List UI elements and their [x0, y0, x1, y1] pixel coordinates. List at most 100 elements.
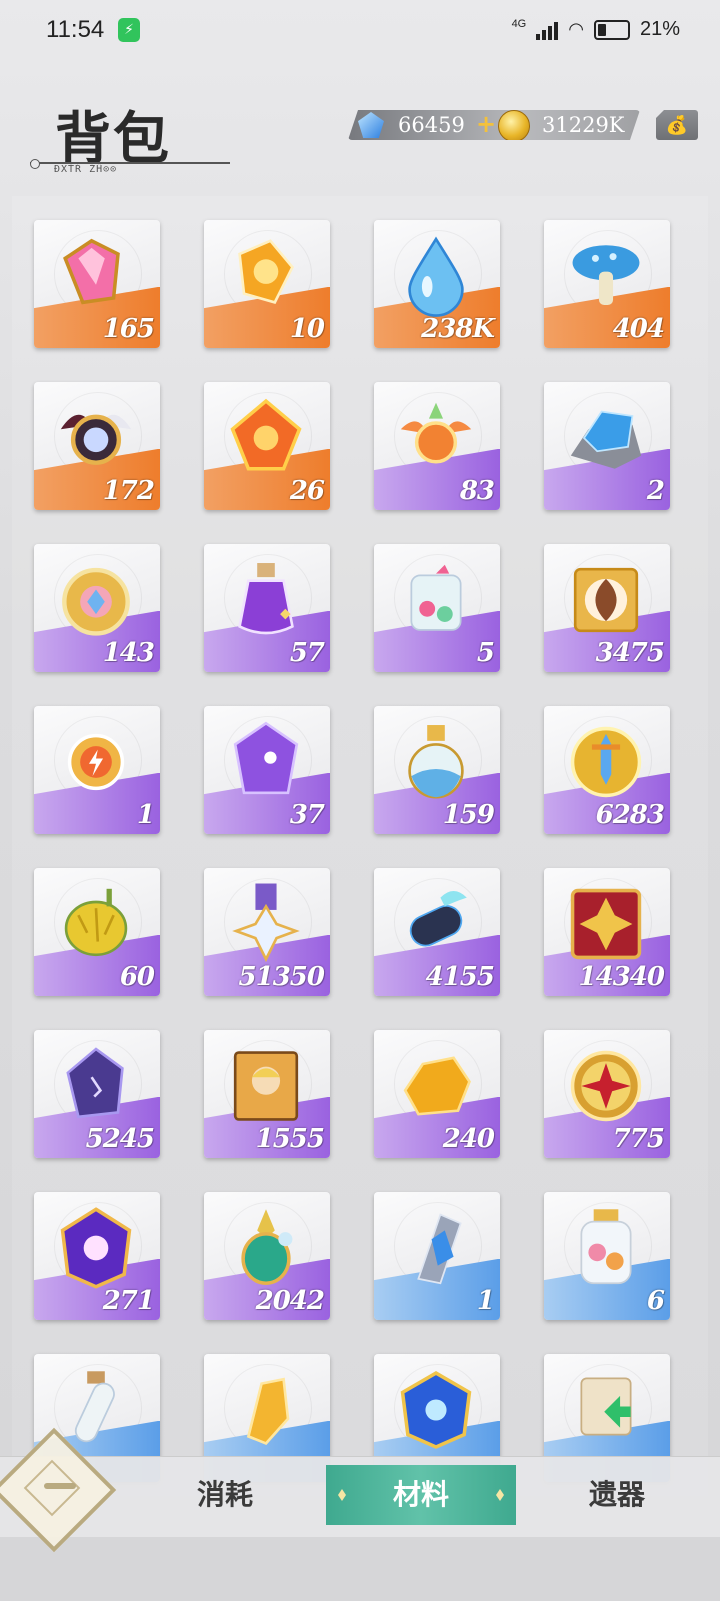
wifi-icon: ◠: [568, 19, 584, 39]
item-count: 14340: [578, 962, 665, 992]
item-count: 26: [289, 476, 325, 506]
inventory-item[interactable]: 51350: [204, 868, 330, 996]
header: 背包 ÐXŤŔ ŹĤ⊙⊙ 66459 + 31229K 💰: [0, 80, 720, 190]
inventory-item[interactable]: 10: [204, 220, 330, 348]
durian-icon: [52, 880, 140, 968]
inventory-item[interactable]: 240: [374, 1030, 500, 1158]
item-card: 6: [544, 1192, 670, 1320]
add-currency-button[interactable]: +: [476, 110, 496, 138]
item-count: 3475: [595, 638, 665, 668]
inventory-item[interactable]: 271: [34, 1192, 160, 1320]
back-button[interactable]: [0, 1427, 117, 1553]
item-count: 10: [289, 314, 325, 344]
item-card: 1: [374, 1192, 500, 1320]
void-sphere-icon: [52, 1204, 140, 1292]
blue-mushroom-icon: [562, 232, 650, 320]
item-card: 3475: [544, 544, 670, 672]
scroll-icon: [562, 1366, 650, 1454]
item-count: 51350: [238, 962, 325, 992]
back-arrow-icon: [44, 1483, 76, 1489]
item-count: 1: [476, 1286, 495, 1316]
item-card: 4155: [374, 868, 500, 996]
inventory-item[interactable]: 1: [374, 1192, 500, 1320]
item-count: 172: [102, 476, 155, 506]
pink-crystal-icon: [52, 232, 140, 320]
item-card: 1555: [204, 1030, 330, 1158]
inventory-item[interactable]: 172: [34, 382, 160, 510]
item-card: 404: [544, 220, 670, 348]
void-crystal-icon: [52, 1042, 140, 1130]
inventory-item[interactable]: 60: [34, 868, 160, 996]
network-label: 4G: [511, 18, 527, 30]
portrait-ticket-icon: [222, 1042, 310, 1130]
star-coin-icon: [562, 1042, 650, 1130]
page-subtitle: ÐXŤŔ ŹĤ⊙⊙: [54, 164, 118, 175]
inventory-item[interactable]: 2: [544, 382, 670, 510]
tab-label: 遗器: [588, 1478, 645, 1511]
diamond-icon: [496, 1489, 504, 1501]
purple-crystal-icon: [222, 718, 310, 806]
charging-icon: ⚡: [118, 18, 140, 42]
money-bag-button[interactable]: 💰: [656, 110, 698, 140]
gold-gem-icon: [222, 232, 310, 320]
inventory-item[interactable]: 4155: [374, 868, 500, 996]
item-count: 1: [136, 800, 155, 830]
item-card: 240: [374, 1030, 500, 1158]
inventory-item[interactable]: 5245: [34, 1030, 160, 1158]
gem-icon: [358, 112, 384, 138]
inventory-item[interactable]: 1: [34, 706, 160, 834]
inventory-item[interactable]: 238K: [374, 220, 500, 348]
item-count: 5245: [85, 1124, 155, 1154]
item-card: 172: [34, 382, 160, 510]
item-card: 51350: [204, 868, 330, 996]
amber-shard-icon: [222, 1366, 310, 1454]
inventory-item[interactable]: 6283: [544, 706, 670, 834]
inventory-item[interactable]: 6: [544, 1192, 670, 1320]
item-card: 60: [34, 868, 160, 996]
status-bar: 11:54 ⚡ 4G ◠ 21%: [0, 0, 720, 62]
currency-bar: 66459 + 31229K: [348, 110, 640, 140]
inventory-item[interactable]: 404: [544, 220, 670, 348]
item-count: 37: [289, 800, 325, 830]
candy-jar-icon: [392, 556, 480, 644]
item-count: 238K: [421, 314, 495, 344]
inventory-item[interactable]: 14340: [544, 868, 670, 996]
item-count: 2042: [255, 1286, 325, 1316]
inventory-item[interactable]: 37: [204, 706, 330, 834]
purple-potion-icon: [222, 556, 310, 644]
money-bag-icon: 💰: [665, 114, 689, 136]
inventory-item[interactable]: 57: [204, 544, 330, 672]
item-card: 83: [374, 382, 500, 510]
swirl-cookie-icon: [562, 556, 650, 644]
item-count: 1555: [255, 1124, 325, 1154]
inventory-item[interactable]: 83: [374, 382, 500, 510]
diamond-icon: [338, 1489, 346, 1501]
inventory-item[interactable]: 2042: [204, 1192, 330, 1320]
inventory-item[interactable]: 26: [204, 382, 330, 510]
inventory-item[interactable]: 159: [374, 706, 500, 834]
inventory-item[interactable]: 5: [374, 544, 500, 672]
lightning-badge-icon: [52, 718, 140, 806]
item-count: 6283: [595, 800, 665, 830]
battery-percent: 21%: [639, 18, 680, 40]
inventory-item[interactable]: 3475: [544, 544, 670, 672]
item-count: 83: [459, 476, 495, 506]
tab-consumables[interactable]: 消耗: [130, 1465, 320, 1525]
inventory-item[interactable]: 143: [34, 544, 160, 672]
item-count: 6: [646, 1286, 665, 1316]
item-card: 159: [374, 706, 500, 834]
tab-materials[interactable]: 材料: [326, 1465, 516, 1525]
tab-relics[interactable]: 遗器: [522, 1465, 712, 1525]
inventory-grid: 165 10 238K 404 172 26 83 2 143 57 5 3475 1 37 159 6283…: [12, 196, 708, 1496]
inventory-item[interactable]: 1555: [204, 1030, 330, 1158]
item-count: 159: [442, 800, 495, 830]
blue-cube-icon: [392, 1366, 480, 1454]
item-card: 6283: [544, 706, 670, 834]
inventory-item[interactable]: 775: [544, 1030, 670, 1158]
emerald-spire-icon: [222, 1204, 310, 1292]
blue-ore-icon: [562, 394, 650, 482]
item-card: 2042: [204, 1192, 330, 1320]
item-card: 143: [34, 544, 160, 672]
inventory-item[interactable]: 165: [34, 220, 160, 348]
sand-flask-icon: [392, 718, 480, 806]
